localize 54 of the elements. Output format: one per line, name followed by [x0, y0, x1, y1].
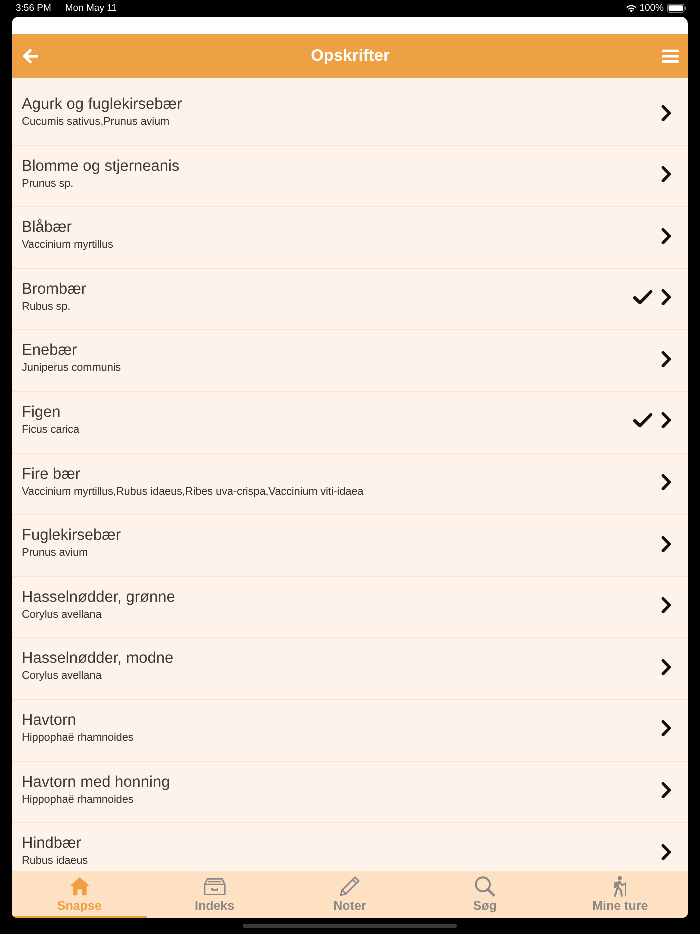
recipe-name: Blomme og stjerneanis	[22, 156, 180, 177]
latin-name: Cucumis sativus,Prunus avium	[22, 115, 170, 129]
chevron-right-icon	[661, 658, 672, 676]
recipe-row[interactable]: Fire bær Vaccinium myrtillus,Rubus idaeus,Ribes uva-crispa,Vaccinium viti-idaea	[12, 454, 688, 516]
chevron-right-icon	[661, 228, 672, 245]
latin-name: Vaccinium myrtillus	[22, 238, 114, 252]
chevron-right-icon	[661, 782, 672, 800]
chevron-right-icon	[661, 104, 672, 122]
status-date: Mon May 11	[65, 2, 117, 14]
latin-name: Prunus sp.	[22, 176, 74, 191]
latin-name: Hippophaë rhamnoides	[22, 792, 134, 807]
recipe-name: Hasselnødder, grønne	[22, 588, 176, 608]
latin-name: Hippophaë rhamnoides	[22, 730, 134, 745]
wifi-icon	[626, 4, 637, 12]
chevron-right-icon	[661, 536, 672, 553]
recipe-name: Blåbær	[22, 218, 72, 238]
chevron-right-icon	[661, 474, 672, 492]
recipe-row[interactable]: Havtorn med honning Hippophaë rhamnoides	[12, 762, 688, 824]
recipe-name: Havtorn med honning	[22, 772, 170, 793]
latin-name: Prunus avium	[22, 546, 88, 560]
drawer-icon	[204, 876, 226, 897]
chevron-right-icon	[661, 412, 672, 430]
latin-name: Corylus avellana	[22, 608, 102, 622]
latin-name: Vaccinium myrtillus,Rubus idaeus,Ribes uva-crispa,Vaccinium viti-idaea	[22, 484, 364, 499]
recipe-name: Hasselnødder, modne	[22, 649, 174, 670]
recipe-name: Figen	[22, 402, 61, 423]
recipe-name: Enebær	[22, 341, 78, 362]
status-time: 3:56 PM	[16, 2, 52, 14]
latin-name: Corylus avellana	[22, 669, 102, 684]
battery-icon	[667, 4, 687, 13]
latin-name: Rubus idaeus	[22, 854, 88, 868]
latin-name: Juniperus communis	[22, 361, 122, 376]
back-arrow-icon	[22, 48, 39, 64]
menu-icon	[662, 48, 679, 64]
recipe-name: Fire bær	[22, 464, 81, 485]
chevron-right-icon	[661, 597, 672, 614]
recipe-name: Hindbær	[22, 834, 82, 854]
latin-name: Ficus carica	[22, 422, 80, 437]
chevron-right-icon	[661, 844, 672, 861]
recipe-name: Brombær	[22, 280, 87, 300]
battery-percent: 100%	[640, 2, 664, 14]
latin-name: Rubus sp.	[22, 300, 71, 314]
recipe-name: Agurk og fuglekirsebær	[22, 95, 182, 115]
search-icon	[474, 876, 496, 897]
chevron-right-icon	[661, 720, 672, 738]
pencil-icon	[338, 876, 361, 897]
chevron-right-icon	[661, 289, 672, 306]
recipe-name: Havtorn	[22, 710, 76, 731]
recipe-name: Fuglekirsebær	[22, 526, 122, 546]
screen-title: Opskrifter	[311, 46, 390, 66]
chevron-right-icon	[661, 350, 672, 368]
house-icon	[68, 876, 91, 897]
recipe-row[interactable]: Blomme og stjerneanis Prunus sp.	[12, 146, 688, 208]
chevron-right-icon	[661, 166, 672, 184]
